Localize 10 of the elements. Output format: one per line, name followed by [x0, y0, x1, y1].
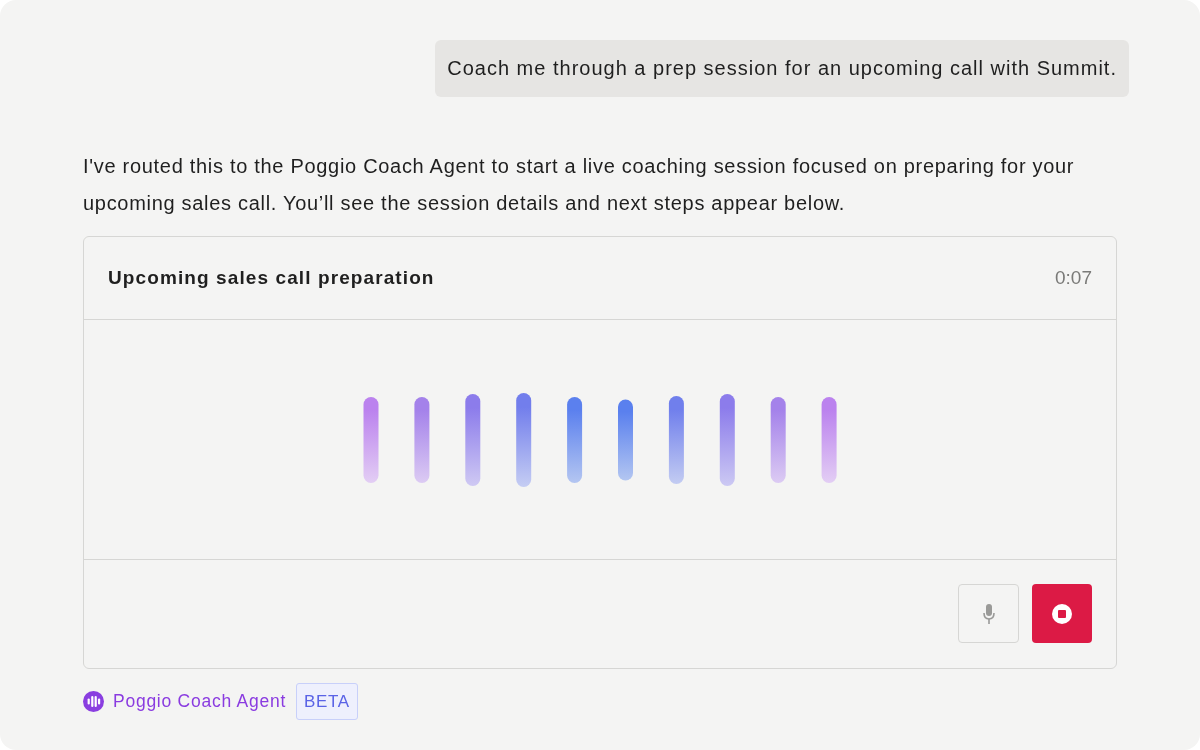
microphone-icon	[982, 603, 995, 624]
agent-icon	[83, 691, 104, 712]
assistant-message: I've routed this to the Poggio Coach Agent to start a live coaching session focused on preparing for your upcoming sales call. You’ll see the session details and next steps appear below.	[83, 154, 1076, 216]
beta-tag: BETA	[296, 683, 358, 720]
agent-name: Poggio Coach Agent	[113, 691, 287, 712]
session-title: Upcoming sales call preparation	[108, 267, 435, 289]
stop-button[interactable]	[1032, 584, 1092, 643]
session-timer: 0:07	[1055, 267, 1092, 289]
user-message-bubble: Coach me through a prep session for an upcoming call with Summit.	[435, 40, 1129, 97]
stop-icon	[1052, 603, 1072, 624]
